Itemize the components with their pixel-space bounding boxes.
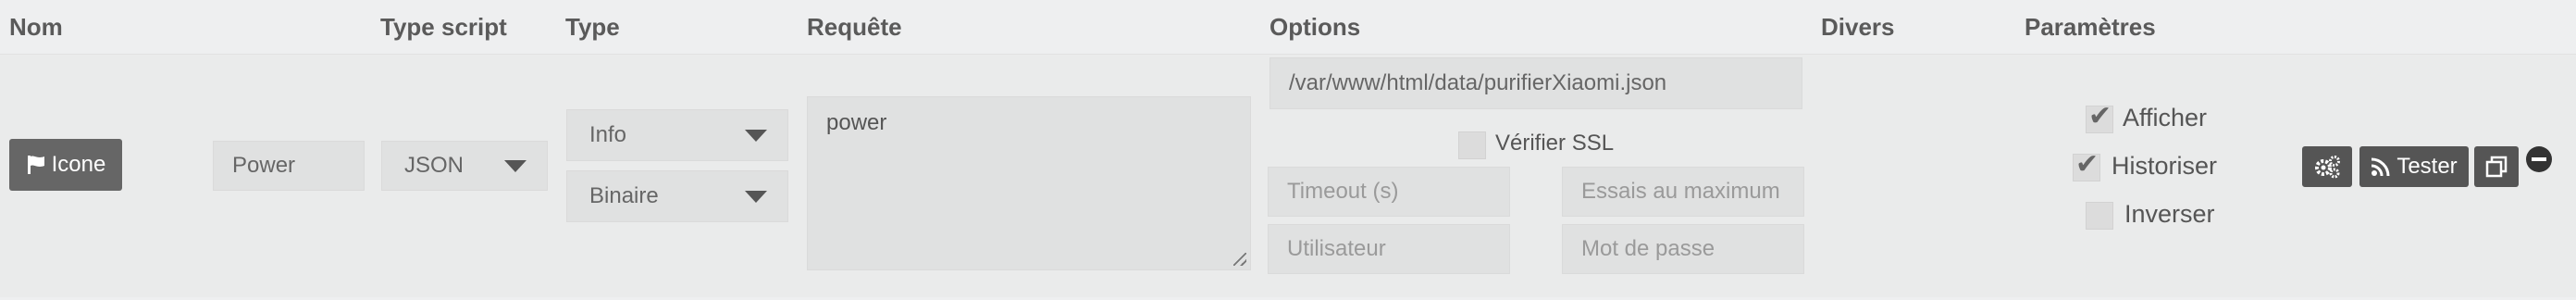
request-value: power [826,110,887,135]
max-tries-input[interactable]: Essais au maximum [1562,167,1804,217]
user-input[interactable]: Utilisateur [1268,224,1510,274]
inverser-label: Inverser [2124,200,2215,228]
flag-icon [26,155,46,175]
copy-icon [2485,156,2508,178]
max-tries-placeholder: Essais au maximum [1581,179,1780,204]
user-placeholder: Utilisateur [1287,236,1386,261]
script-type-value: JSON [404,153,464,178]
verify-ssl-label: Vérifier SSL [1495,131,1615,156]
icon-button[interactable]: Icone [9,139,122,191]
test-button-label: Tester [2396,154,2458,179]
script-type-select[interactable]: JSON [381,141,548,191]
afficher-label: Afficher [2123,104,2208,131]
rss-icon [2371,156,2391,177]
gears-icon [2313,155,2341,179]
resize-grip-icon[interactable] [1233,253,1246,266]
subtype-value: Binaire [589,183,659,208]
header-parametres: Paramètres [2025,13,2156,41]
chevron-down-icon [745,130,767,142]
password-placeholder: Mot de passe [1581,236,1715,261]
path-input[interactable]: /var/www/html/data/purifierXiaomi.json [1269,57,1802,109]
subtype-select[interactable]: Binaire [566,170,788,222]
header-type-script: Type script [380,13,507,41]
type-value: Info [589,122,627,147]
header-divers: Divers [1821,13,1895,41]
minus-circle-icon[interactable] [2526,146,2552,172]
timeout-placeholder: Timeout (s) [1287,179,1399,204]
historiser-checkbox[interactable]: ✔ [2073,149,2100,181]
config-button[interactable] [2302,146,2352,187]
check-icon: ✔ [2088,101,2112,131]
name-input-value: Power [232,153,296,178]
inverser-checkbox[interactable] [2086,202,2113,230]
afficher-checkbox[interactable]: ✔ [2086,101,2113,133]
header-options: Options [1269,13,1361,41]
check-icon: ✔ [2075,149,2099,180]
historiser-label: Historiser [2112,152,2218,180]
header-requete: Requête [807,13,902,41]
password-input[interactable]: Mot de passe [1562,224,1804,274]
verify-ssl-checkbox[interactable] [1458,131,1486,159]
duplicate-button[interactable] [2474,146,2519,187]
path-value: /var/www/html/data/purifierXiaomi.json [1289,70,1667,95]
request-textarea[interactable]: power [807,96,1251,270]
timeout-input[interactable]: Timeout (s) [1268,167,1510,217]
header-type: Type [565,13,620,41]
chevron-down-icon [504,160,526,172]
chevron-down-icon [745,191,767,203]
icon-button-label: Icone [51,152,106,177]
name-input[interactable]: Power [213,141,365,191]
header-nom: Nom [9,13,63,41]
type-select[interactable]: Info [566,109,788,161]
test-button[interactable]: Tester [2359,146,2469,187]
